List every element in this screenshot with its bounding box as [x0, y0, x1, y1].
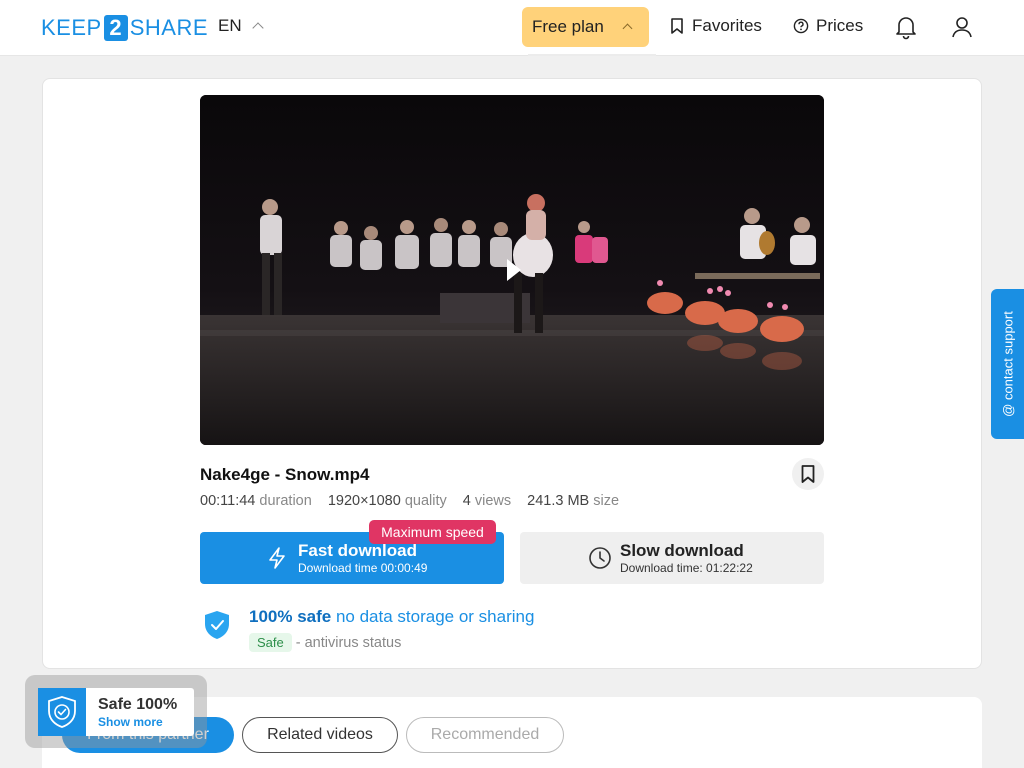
- fast-download-time: Download time 00:00:49: [298, 561, 428, 575]
- add-favorite-button[interactable]: [792, 458, 824, 490]
- prices-label: Prices: [816, 16, 864, 35]
- safety-headline: 100% safe no data storage or sharing: [249, 607, 535, 626]
- logo-text-share: SHARE: [129, 15, 208, 40]
- fast-download-title: Fast download: [298, 541, 417, 560]
- prices-link[interactable]: Prices: [793, 16, 863, 36]
- chevron-up-icon: [251, 22, 264, 34]
- meta-quality: 1920×1080 quality: [327, 493, 447, 509]
- slow-download-title: Slow download: [620, 541, 744, 560]
- logo-number-box: 2: [103, 15, 128, 41]
- bookmark-icon: [671, 18, 683, 34]
- antivirus-status-text: - antivirus status: [295, 634, 402, 651]
- meta-views: 4 views: [462, 493, 512, 509]
- top-header: KEEP 2 SHARE EN Free plan Favorites Pric…: [0, 0, 1024, 56]
- bookmark-icon: [801, 465, 815, 483]
- bell-icon[interactable]: [893, 14, 919, 40]
- plan-underline: [528, 54, 656, 56]
- contact-support-label: @ contact support: [1000, 311, 1015, 417]
- shield-check-icon: [48, 696, 76, 728]
- file-title: Nake4ge - Snow.mp4: [200, 465, 370, 484]
- video-frame: [200, 95, 824, 445]
- meta-size: 241.3 MB size: [527, 493, 620, 509]
- clock-icon: [589, 547, 611, 569]
- language-label: EN: [218, 16, 242, 35]
- contact-support-tab[interactable]: @ contact support: [991, 289, 1024, 439]
- safe-badge: Safe: [249, 633, 292, 652]
- language-selector[interactable]: EN: [218, 16, 264, 36]
- tab-related-videos[interactable]: Related videos: [242, 717, 398, 753]
- safe-widget-shield: [38, 688, 86, 736]
- favorites-label: Favorites: [692, 16, 762, 35]
- file-meta: 00:11:44 duration 1920×1080 quality 4 vi…: [200, 493, 619, 509]
- slow-download-time: Download time: 01:22:22: [620, 561, 753, 575]
- chevron-up-icon: [622, 23, 633, 34]
- keep2share-logo[interactable]: KEEP 2 SHARE: [41, 15, 208, 41]
- show-more-link[interactable]: Show more: [98, 715, 163, 729]
- antivirus-status: Safe - antivirus status: [249, 633, 401, 652]
- question-circle-icon: [793, 18, 809, 34]
- safe-widget-title: Safe 100%: [98, 696, 178, 713]
- shield-check-icon: [205, 611, 229, 639]
- max-speed-badge: Maximum speed: [369, 520, 496, 544]
- meta-duration: 00:11:44 duration: [200, 493, 312, 509]
- tab-recommended[interactable]: Recommended: [406, 717, 564, 753]
- video-player[interactable]: [200, 95, 824, 445]
- lightning-icon: [269, 547, 285, 569]
- favorites-link[interactable]: Favorites: [669, 16, 762, 36]
- plan-dropdown[interactable]: Free plan: [522, 7, 649, 47]
- slow-download-button[interactable]: Slow download Download time: 01:22:22: [520, 532, 824, 584]
- safe-widget[interactable]: Safe 100% Show more: [38, 688, 194, 736]
- logo-text-keep: KEEP: [41, 15, 102, 40]
- plan-label: Free plan: [532, 17, 604, 36]
- user-icon[interactable]: [949, 14, 975, 40]
